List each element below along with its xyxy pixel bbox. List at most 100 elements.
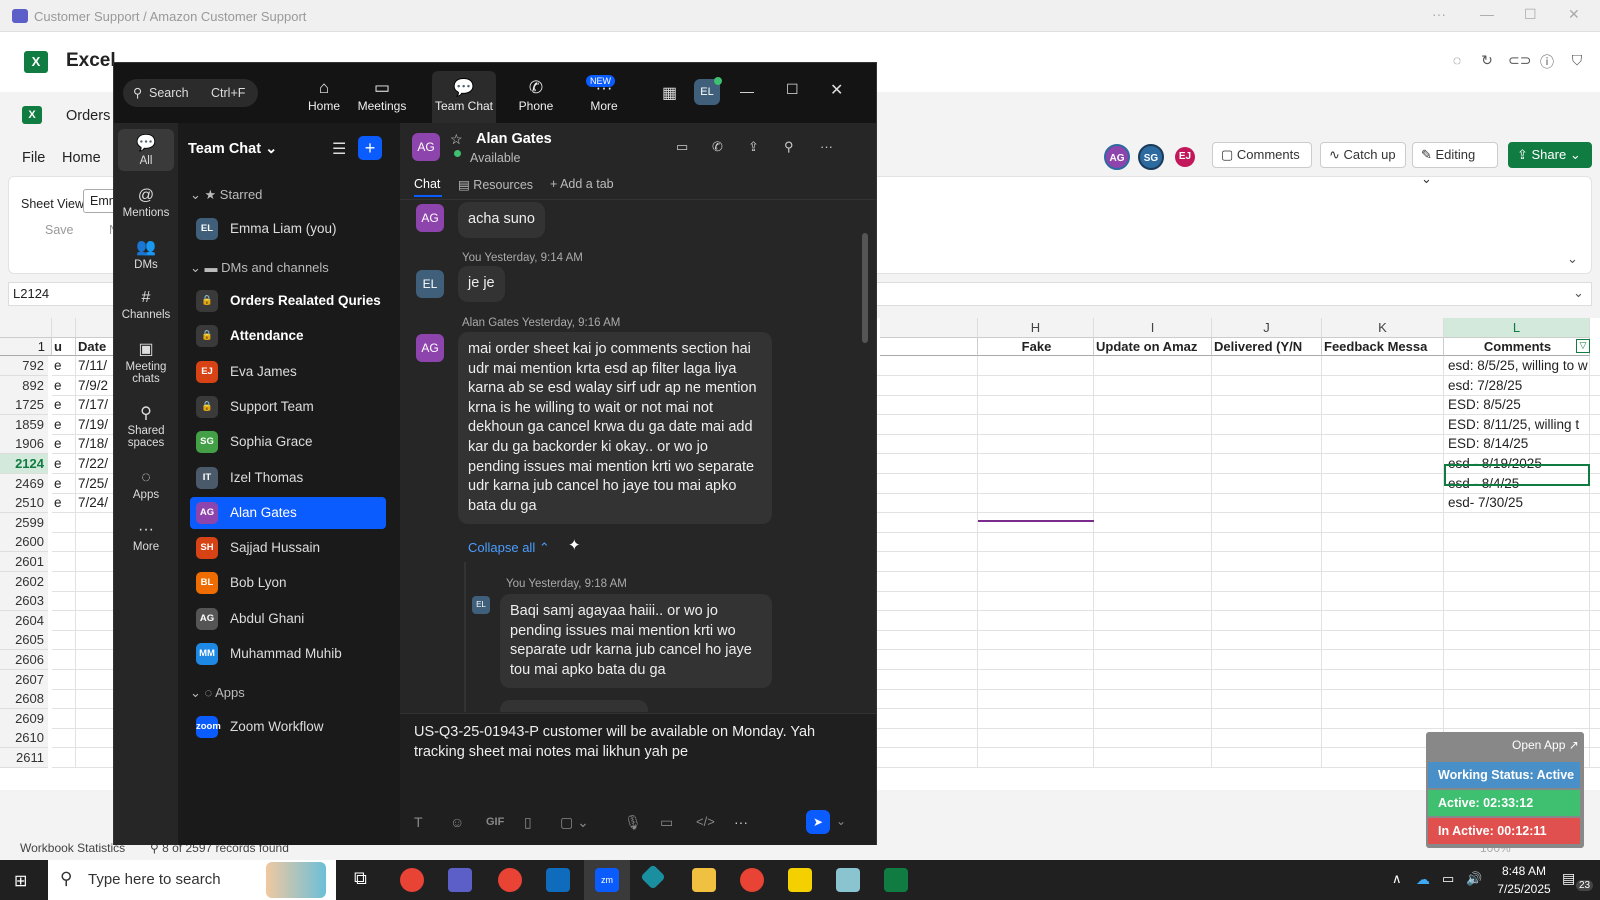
row-header[interactable]: 2608 [0,689,48,710]
row-header[interactable]: 1906 [0,434,48,455]
rail-all[interactable]: 💬 All [118,129,174,171]
send-button[interactable]: ➤ [806,810,830,834]
section-starred[interactable]: ⌄ ★ Starred [190,187,262,203]
cell-comment[interactable] [1448,709,1588,729]
task-view-icon[interactable]: ⧉ [354,868,378,892]
teams-icon[interactable] [448,868,472,892]
more-icon[interactable]: ··· [820,139,833,154]
rail-more[interactable]: ··· More [118,515,174,557]
row-header[interactable]: 2607 [0,669,48,690]
message-bubble[interactable]: Baqi samj agayaa haiii.. or wo jo pendin… [500,594,772,689]
volume-icon[interactable]: 🔊 [1466,871,1482,887]
screenshot-icon[interactable]: ▢ ⌄ [560,814,589,831]
cell-comment[interactable]: ESD: 8/5/25 [1448,395,1588,415]
cell[interactable]: e [54,415,74,435]
shield-icon[interactable]: ⛉ [1568,52,1586,70]
file-icon[interactable]: ▯ [524,814,532,831]
chevron-down-icon[interactable]: ⌄ [1573,285,1584,301]
scrollbar-thumb[interactable] [862,233,868,343]
rail-channels[interactable]: # Channels [118,283,174,325]
cell[interactable] [54,532,74,552]
composer-input[interactable]: US-Q3-25-01943-P customer will be availa… [414,722,854,762]
row-header[interactable]: 2610 [0,728,48,749]
windows-start-icon[interactable]: ⊞ [14,871,32,890]
info-icon[interactable]: ⓘ [1538,52,1556,70]
message-bubble[interactable]: je je [458,266,505,302]
cell-comment[interactable] [1448,572,1588,592]
search-icon[interactable]: ⚲ [784,139,794,155]
tab-file[interactable]: File [22,150,45,166]
cell-date[interactable]: 7/25/ [78,474,114,494]
cell[interactable] [54,591,74,611]
cell[interactable] [54,611,74,631]
video-call-icon[interactable]: ▭ [676,139,688,155]
cell[interactable] [54,650,74,670]
section-dms[interactable]: ⌄ ▬ DMs and channels [190,260,329,276]
cell-date[interactable]: 7/11/ [78,356,114,376]
chat-list-item[interactable]: AG Abdul Ghani [190,603,386,635]
cell[interactable] [54,748,74,768]
header-cell-date[interactable]: Date [76,338,116,356]
code-icon[interactable]: </> [696,814,715,829]
cell-date[interactable] [78,532,114,552]
column-header-h[interactable]: H [978,318,1094,338]
row-header[interactable]: 2604 [0,610,48,631]
chat-list-item[interactable]: AG Alan Gates [190,496,386,529]
tab-resources[interactable]: ▤ Resources [458,177,533,192]
rail-meeting-chats[interactable]: ▣ Meeting chats [118,335,174,389]
header-cell-feedback[interactable]: Feedback Messa [1322,338,1444,356]
video-message-icon[interactable]: ▭ [660,814,673,831]
cell[interactable] [54,513,74,533]
cell-comment[interactable]: ESD: 8/11/25, willing t [1448,415,1588,435]
cell-date[interactable] [78,591,114,611]
cell-date[interactable] [78,670,114,690]
row-header[interactable]: 892 [0,375,48,396]
star-icon[interactable]: ☆ [450,131,463,148]
cell-date[interactable]: 7/24/ [78,493,114,513]
minimize-icon[interactable]: — [1480,6,1494,22]
chat-list-item[interactable]: IT Izel Thomas [190,462,386,494]
close-icon[interactable]: ✕ [830,80,843,100]
select-all-corner[interactable] [0,318,52,338]
notification-icon[interactable]: ▤ [1562,870,1575,887]
chat-bubble-icon[interactable]: ◌ [1448,52,1466,70]
header-cell[interactable]: u [52,338,76,356]
tab-add[interactable]: + Add a tab [550,177,614,191]
emoji-icon[interactable]: ☺ [450,814,464,830]
column-header-k[interactable]: K [1322,318,1444,338]
message-composer[interactable]: US-Q3-25-01943-P customer will be availa… [400,713,876,845]
cell-date[interactable] [78,572,114,592]
filter-icon[interactable]: ▽ [1576,339,1590,353]
open-app-link[interactable]: Open App ↗ [1512,738,1579,752]
contact-avatar[interactable]: AG [412,133,440,161]
row-header[interactable]: 2600 [0,532,48,553]
tab-chat[interactable]: Chat [414,177,440,191]
app-icon[interactable] [640,864,666,890]
rail-shared-spaces[interactable]: ⚲ Shared spaces [118,399,174,453]
chrome-icon[interactable] [400,868,424,892]
section-apps[interactable]: ⌄ ◌ Apps [190,685,245,701]
tray-chevron-icon[interactable]: ∧ [1392,871,1402,887]
cell[interactable] [54,572,74,592]
excel-taskbar-icon[interactable] [884,868,908,892]
zoom-search[interactable]: ⚲ Search Ctrl+F [123,79,258,107]
cell-date[interactable] [78,650,114,670]
row-header[interactable]: 2602 [0,571,48,592]
avatar[interactable]: SG [1138,144,1164,170]
phone-icon[interactable]: ✆ [712,139,723,155]
taskbar-search[interactable]: ⚲ Type here to search [48,860,336,900]
cell[interactable]: e [54,356,74,376]
clock-date[interactable]: 7/25/2025 [1488,882,1560,896]
cell[interactable] [54,709,74,729]
column-header[interactable] [880,318,978,338]
header-cell[interactable] [880,338,978,356]
chat-list-item[interactable]: zoom Zoom Workflow [190,711,386,743]
calendar-icon[interactable]: ▦ [662,83,677,103]
chat-list-item[interactable]: BL Bob Lyon [190,567,386,599]
cell-comment[interactable] [1448,611,1588,631]
share-screen-icon[interactable]: ⇪ [748,139,759,155]
chat-list-item[interactable]: 🔒 Attendance [190,320,386,352]
cell-date[interactable] [78,552,114,572]
cell[interactable]: e [54,493,74,513]
chat-list-item[interactable]: EJ Eva James [190,356,386,388]
